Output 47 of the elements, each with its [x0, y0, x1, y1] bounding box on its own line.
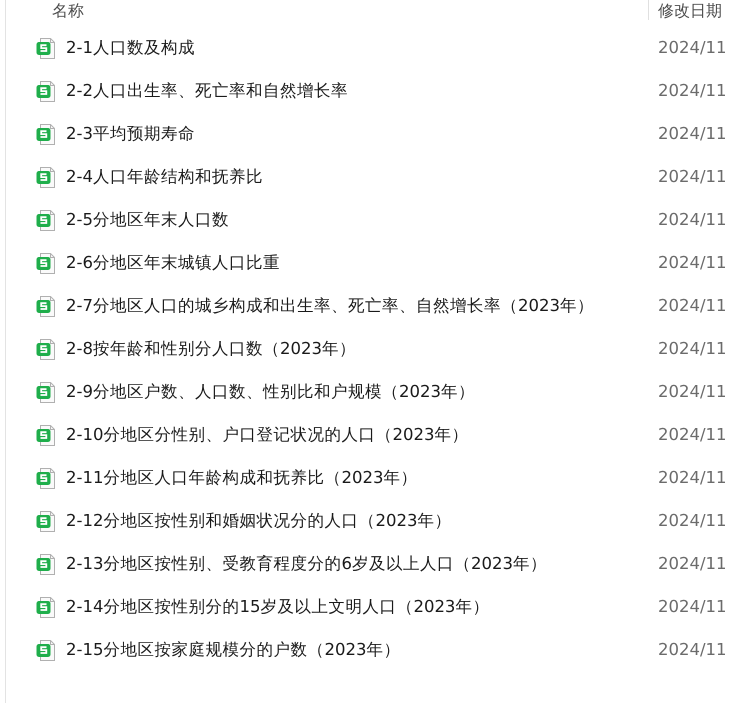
- modified-date: 2024/11: [658, 123, 728, 146]
- file-name[interactable]: 2-9分地区户数、人口数、性别比和户规模（2023年）: [66, 380, 646, 405]
- spreadsheet-file-icon: [36, 295, 57, 318]
- spreadsheet-file-icon: [36, 252, 57, 275]
- modified-date: 2024/11: [658, 467, 728, 490]
- modified-date: 2024/11: [658, 596, 728, 618]
- file-name[interactable]: 2-15分地区按家庭规模分的户数（2023年）: [66, 638, 646, 663]
- modified-date: 2024/11: [658, 639, 728, 662]
- file-name[interactable]: 2-11分地区人口年龄构成和抚养比（2023年）: [66, 466, 646, 491]
- modified-date: 2024/11: [658, 252, 728, 274]
- modified-date: 2024/11: [658, 510, 728, 532]
- modified-date: 2024/11: [658, 424, 728, 446]
- file-name[interactable]: 2-6分地区年末城镇人口比重: [66, 251, 646, 276]
- file-name[interactable]: 2-7分地区人口的城乡构成和出生率、死亡率、自然增长率（2023年）: [66, 294, 646, 319]
- column-header[interactable]: 修改日期: [658, 1, 722, 21]
- modified-date: 2024/11: [658, 295, 728, 318]
- modified-date: 2024/11: [658, 166, 728, 188]
- file-name[interactable]: 2-12分地区按性别和婚姻状况分的人口（2023年）: [66, 509, 646, 534]
- file-name[interactable]: 2-13分地区按性别、受教育程度分的6岁及以上人口（2023年）: [66, 552, 646, 577]
- spreadsheet-file-icon: [36, 467, 57, 490]
- file-name[interactable]: 2-8按年龄和性别分人口数（2023年）: [66, 337, 646, 362]
- modified-date: 2024/11: [658, 381, 728, 404]
- spreadsheet-file-icon: [36, 37, 57, 60]
- spreadsheet-file-icon: [36, 639, 57, 662]
- spreadsheet-file-icon: [36, 338, 57, 361]
- file-name[interactable]: 2-4人口年龄结构和抚养比: [66, 165, 646, 190]
- spreadsheet-file-icon: [36, 424, 57, 447]
- spreadsheet-file-icon: [36, 123, 57, 146]
- spreadsheet-file-icon: [36, 166, 57, 189]
- modified-date: 2024/11: [658, 80, 728, 102]
- file-name[interactable]: 2-2人口出生率、死亡率和自然增长率: [66, 79, 646, 104]
- modified-date: 2024/11: [658, 37, 728, 60]
- spreadsheet-file-icon: [36, 80, 57, 103]
- file-name[interactable]: 2-14分地区按性别分的15岁及以上文明人口（2023年）: [66, 595, 646, 620]
- modified-date: 2024/11: [658, 338, 728, 360]
- spreadsheet-file-icon: [36, 596, 57, 619]
- modified-date: 2024/11: [658, 209, 728, 232]
- spreadsheet-file-icon: [36, 553, 57, 576]
- file-name[interactable]: 2-10分地区分性别、户口登记状况的人口（2023年）: [66, 423, 646, 448]
- file-name[interactable]: 2-1人口数及构成: [66, 36, 646, 61]
- column-header[interactable]: 名称: [52, 1, 84, 21]
- spreadsheet-file-icon: [36, 510, 57, 533]
- spreadsheet-file-icon: [36, 209, 57, 232]
- modified-date: 2024/11: [658, 553, 728, 576]
- spreadsheet-file-icon: [36, 381, 57, 404]
- file-name[interactable]: 2-5分地区年末人口数: [66, 208, 646, 233]
- file-name[interactable]: 2-3平均预期寿命: [66, 122, 646, 147]
